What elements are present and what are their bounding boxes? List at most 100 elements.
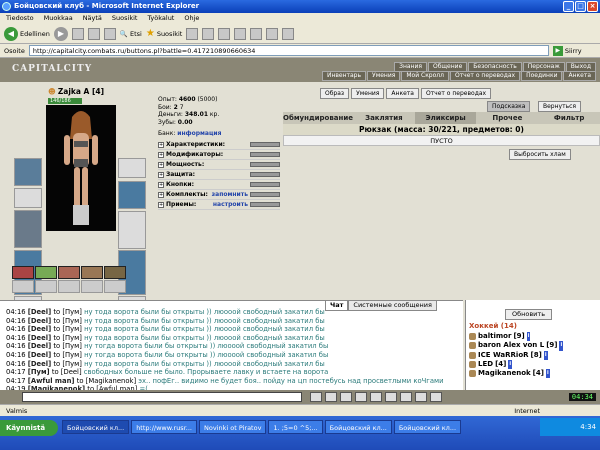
bracer-slot[interactable] (14, 188, 42, 208)
nav-skills[interactable]: Умения (367, 71, 401, 81)
belt-slot-1[interactable] (12, 266, 34, 279)
belt-slot-5[interactable] (104, 266, 126, 279)
param-power[interactable]: + Мощность: (158, 160, 280, 170)
back-button[interactable]: ◀ Edellinen (4, 26, 50, 41)
message-author[interactable]: [Awful man] (28, 377, 75, 385)
profile-button[interactable]: Анкета (386, 88, 419, 99)
transfers-button[interactable]: Отчет о переводах (420, 88, 492, 99)
rune-slot-2[interactable] (35, 280, 57, 293)
user-entry[interactable]: Magikanenok [4] i (469, 369, 563, 379)
clear-icon[interactable] (325, 392, 337, 402)
user-name[interactable]: ICE WaRRioR (478, 351, 529, 360)
address-input[interactable]: http://capitalcity.combats.ru/buttons.pl… (28, 45, 549, 56)
menu-file[interactable]: Tiedosto (6, 13, 34, 24)
user-name[interactable]: LED (478, 360, 493, 369)
menu-help[interactable]: Ohje (184, 13, 199, 24)
weapon-slot[interactable] (14, 210, 42, 248)
folder-icon[interactable] (250, 27, 263, 40)
edit-icon[interactable] (234, 27, 247, 40)
user-name[interactable]: baltimor (478, 332, 511, 341)
belt-slot-2[interactable] (35, 266, 57, 279)
home-icon[interactable] (103, 27, 116, 40)
info-icon[interactable]: i (545, 369, 550, 379)
message-author[interactable]: [Deel] (28, 317, 51, 325)
info-icon[interactable]: i (559, 341, 564, 351)
task-item[interactable]: Novinki ot Piratov (198, 420, 267, 434)
task-item[interactable]: Бойцовский кл... (62, 420, 130, 434)
param-modifiers[interactable]: + Модификаторы: (158, 150, 280, 160)
tab-filter[interactable]: Фильтр (538, 112, 600, 124)
ring-slot-1[interactable] (118, 158, 146, 178)
user-entry[interactable]: LED [4] i (469, 359, 563, 370)
go-button[interactable]: ▶ Siirry (552, 45, 582, 56)
task-item[interactable]: 1. ;5=0 ^5;... (268, 420, 323, 434)
favorites-button[interactable]: ★ Suosikit (146, 28, 183, 39)
menu-tools[interactable]: Työkalut (147, 13, 174, 24)
message-author[interactable]: [Deel] (28, 351, 51, 359)
rune-slot-4[interactable] (81, 280, 103, 293)
forward-button[interactable]: ▶ (53, 26, 68, 41)
user-entry[interactable]: baron Alex von L [9] i (469, 341, 564, 351)
param-buttons[interactable]: + Кнопки: (158, 180, 280, 190)
chat-input[interactable] (22, 392, 302, 402)
nav-battles[interactable]: Поединки (521, 71, 563, 81)
remember-link[interactable]: запомнить (212, 190, 248, 200)
user-entry[interactable]: baltimor [9] i (469, 332, 563, 342)
shield-slot[interactable] (118, 211, 146, 249)
rune-slot-5[interactable] (104, 280, 126, 293)
refresh-icon[interactable] (87, 27, 100, 40)
message-author[interactable]: [Deel] (28, 360, 51, 368)
update-button[interactable]: Обновить (505, 309, 553, 320)
task-item[interactable]: http://www.rusr... (131, 420, 197, 434)
user-name[interactable]: Magikanenok (478, 369, 531, 378)
hint-button[interactable]: Подсказка (487, 101, 531, 112)
user-name[interactable]: baron Alex von L (478, 341, 544, 350)
gloves-slot[interactable] (118, 181, 146, 209)
nav-transfers[interactable]: Отчет о переводах (449, 71, 521, 81)
belt-slot-3[interactable] (58, 266, 80, 279)
plugin-icon[interactable] (282, 27, 295, 40)
menu-edit[interactable]: Muokkaa (44, 13, 73, 24)
user-entry[interactable]: ICE WaRRioR [8] i (469, 350, 563, 360)
tab-equipment[interactable]: Обмундирование (283, 112, 353, 124)
param-moves[interactable]: + Приемы: настроить (158, 200, 280, 210)
send-icon[interactable] (310, 392, 322, 402)
stop-icon[interactable] (71, 27, 84, 40)
tab-spells[interactable]: Заклятия (353, 112, 415, 124)
task-item[interactable]: Бойцовский кл... (324, 420, 392, 434)
filter-icon[interactable] (340, 392, 352, 402)
param-defense[interactable]: + Защита: (158, 170, 280, 180)
info-icon[interactable]: i (543, 350, 548, 360)
search-button[interactable]: 🔍 Etsi (120, 30, 142, 38)
nav-profile[interactable]: Анкета (563, 71, 596, 81)
skills-button[interactable]: Умения (351, 88, 385, 99)
settings-icon[interactable] (400, 392, 412, 402)
bank-info-link[interactable]: информация (177, 130, 221, 137)
map-icon[interactable] (430, 392, 442, 402)
rune-slot-3[interactable] (58, 280, 80, 293)
message-author[interactable]: [Deel] (28, 325, 51, 333)
close-button[interactable]: × (587, 1, 598, 12)
param-characteristics[interactable]: + Характеристики: (158, 140, 280, 150)
rune-slot-1[interactable] (12, 280, 34, 293)
maximize-button[interactable]: □ (575, 1, 586, 12)
helmet-slot[interactable] (14, 158, 42, 186)
info-icon[interactable]: i (508, 359, 513, 370)
start-button[interactable]: Käynnistä (0, 420, 58, 436)
mail-icon[interactable] (202, 27, 215, 40)
configure-link[interactable]: настроить (213, 200, 248, 210)
return-button[interactable]: Вернуться (538, 101, 582, 112)
nav-my-scroll[interactable]: Мой Скролл (401, 71, 449, 81)
print-icon[interactable] (218, 27, 231, 40)
translit-icon[interactable] (355, 392, 367, 402)
menu-favorites[interactable]: Suosikit (112, 13, 138, 24)
nav-inventory[interactable]: Инвентарь (321, 71, 367, 81)
minimize-button[interactable]: _ (563, 1, 574, 12)
tab-elixirs[interactable]: Эликсиры (414, 112, 477, 124)
belt-slot-4[interactable] (81, 266, 103, 279)
sound-icon[interactable] (415, 392, 427, 402)
task-item[interactable]: Бойцовский кл... (393, 420, 462, 434)
message-author[interactable]: [Deel] (28, 342, 51, 350)
history-icon[interactable] (186, 27, 199, 40)
image-button[interactable]: Образ (320, 88, 350, 99)
